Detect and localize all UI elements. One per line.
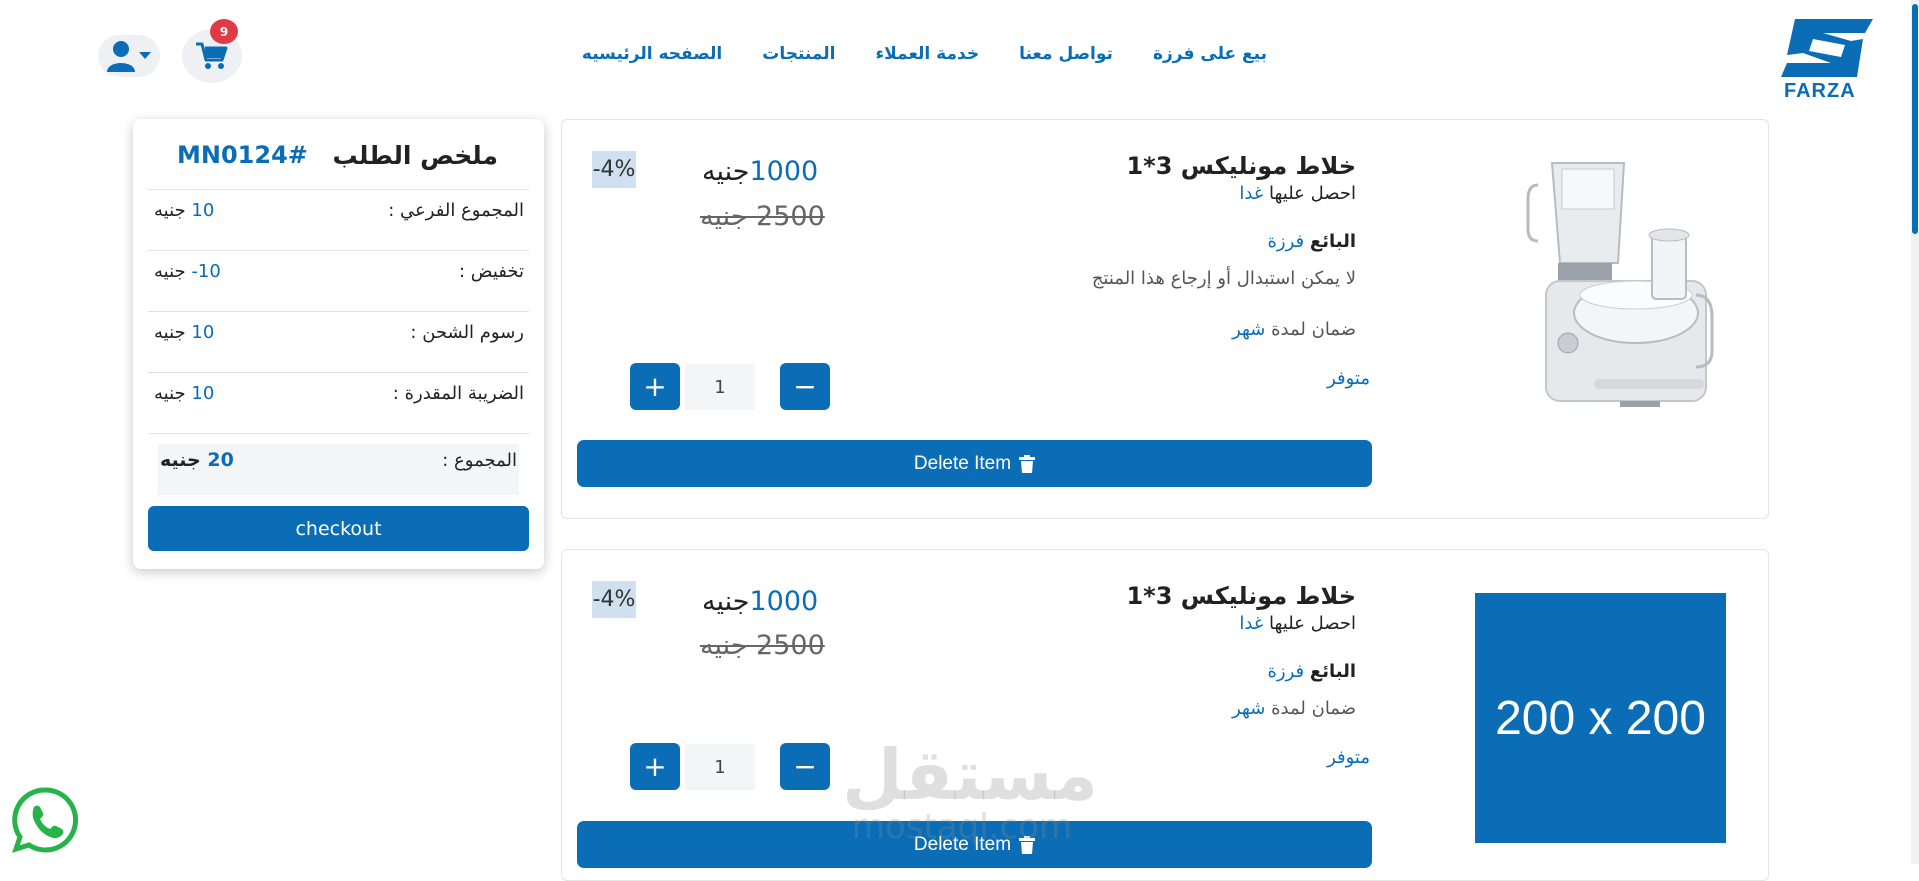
price-current: 1000جنيه: [702, 586, 819, 617]
order-id: MN0124#: [177, 141, 308, 169]
main-nav: الصفحه الرئيسيه المنتجات خدمة العملاء تو…: [582, 44, 1267, 64]
summary-title: ملخص الطلب: [332, 141, 499, 170]
row-value: 10 جنيه: [154, 200, 215, 221]
summary-row-discount: تخفيض : 10- جنيه: [148, 250, 529, 311]
watermark-url: mostaql.com: [851, 807, 1073, 847]
summary-row-shipping: رسوم الشحن : 10 جنيه: [148, 311, 529, 372]
watermark-text: مستقل: [842, 734, 1099, 816]
summary-row-subtotal: المجموع الفرعي : 10 جنيه: [148, 189, 529, 250]
nav-sell-on-farza[interactable]: بيع على فرزة: [1153, 44, 1267, 64]
discount-badge: -4%: [592, 151, 636, 188]
stock-status: متوفر: [1327, 368, 1370, 389]
seller-info: البائع فرزة: [1267, 661, 1357, 682]
cart-item: 200 x 200 خلاط مونليكس 3*1 احصل عليها غد…: [561, 549, 1769, 881]
delivery-info: احصل عليها غدا: [1239, 183, 1356, 204]
user-icon: [107, 41, 135, 72]
quantity-input[interactable]: 1: [685, 364, 755, 410]
total-value: 20 جنيه: [160, 449, 234, 471]
user-menu-button[interactable]: [98, 35, 160, 77]
scrollbar-thumb[interactable]: [1912, 4, 1918, 234]
product-image-placeholder[interactable]: 200 x 200: [1475, 593, 1726, 843]
product-image[interactable]: [1524, 155, 1724, 410]
warranty-info: ضمان لمدة شهر: [1232, 319, 1356, 340]
row-label: الضريبة المقدرة :: [392, 383, 524, 404]
delete-item-button[interactable]: Delete Item: [577, 440, 1372, 487]
nav-home[interactable]: الصفحه الرئيسيه: [582, 44, 722, 64]
return-note: لا يمكن استبدال أو إرجاع هذا المنتج: [1091, 268, 1356, 289]
product-name[interactable]: خلاط مونليكس 3*1: [1126, 152, 1356, 180]
stock-status: متوفر: [1327, 747, 1370, 768]
summary-divider: [148, 433, 529, 434]
cart-count-badge: 9: [210, 19, 238, 44]
price-original: 2500 جنيه: [700, 201, 825, 232]
warranty-info: ضمان لمدة شهر: [1232, 698, 1356, 719]
row-value: 10 جنيه: [154, 322, 215, 343]
plus-icon: +: [643, 750, 667, 783]
row-label: تخفيض :: [458, 261, 524, 282]
order-summary: ملخص الطلب MN0124# المجموع الفرعي : 10 ج…: [133, 119, 544, 569]
plus-icon: +: [643, 370, 667, 403]
brand-name: FARZA: [1784, 80, 1856, 102]
checkout-button[interactable]: checkout: [148, 506, 529, 551]
trash-icon: [1019, 454, 1036, 473]
minus-icon: −: [793, 370, 817, 403]
product-name[interactable]: خلاط مونليكس 3*1: [1126, 582, 1356, 610]
row-label: المجموع الفرعي :: [388, 200, 524, 221]
decrease-quantity-button[interactable]: −: [780, 743, 830, 790]
nav-customer-service[interactable]: خدمة العملاء: [875, 44, 979, 64]
summary-row-tax: الضريبة المقدرة : 10 جنيه: [148, 372, 529, 433]
summary-total: المجموع : 20 جنيه: [158, 444, 519, 495]
delivery-info: احصل عليها غدا: [1239, 613, 1356, 634]
scrollbar[interactable]: [1911, 0, 1919, 864]
quantity-input[interactable]: 1: [685, 744, 755, 790]
chevron-down-icon: [139, 52, 151, 59]
row-value: 10- جنيه: [154, 261, 221, 282]
row-value: 10 جنيه: [154, 383, 215, 404]
nav-contact[interactable]: تواصل معنا: [1019, 44, 1113, 64]
price-current: 1000جنيه: [702, 156, 819, 187]
row-label: رسوم الشحن :: [410, 322, 524, 343]
price-original: 2500 جنيه: [700, 630, 825, 661]
watermark: مستقل mostaql.com: [842, 734, 1099, 847]
total-label: المجموع :: [442, 450, 517, 471]
increase-quantity-button[interactable]: +: [630, 363, 680, 410]
nav-products[interactable]: المنتجات: [762, 44, 835, 64]
discount-badge: -4%: [592, 581, 636, 618]
increase-quantity-button[interactable]: +: [630, 743, 680, 790]
seller-info: البائع فرزة: [1267, 231, 1357, 252]
minus-icon: −: [793, 750, 817, 783]
cart-icon: [196, 42, 228, 69]
cart-item: خلاط مونليكس 3*1 احصل عليها غدا البائع ف…: [561, 119, 1769, 519]
whatsapp-icon[interactable]: [10, 785, 80, 855]
decrease-quantity-button[interactable]: −: [780, 363, 830, 410]
